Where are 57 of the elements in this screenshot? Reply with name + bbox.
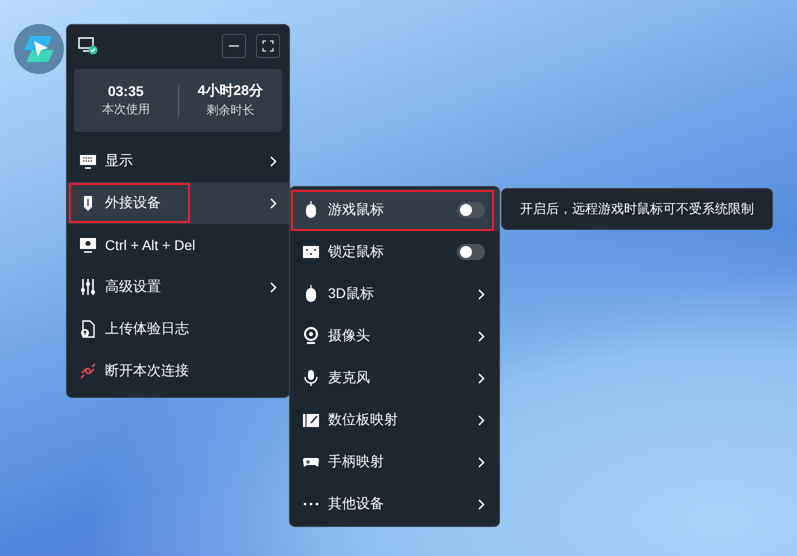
- menu-item[interactable]: 高级设置: [67, 266, 289, 308]
- document-upload-icon: [79, 320, 97, 338]
- menu-item[interactable]: 上传体验日志: [67, 308, 289, 350]
- chevron-right-icon: [270, 282, 277, 292]
- submenu-item[interactable]: 3D鼠标: [290, 273, 499, 315]
- submenu-item[interactable]: 摄像头: [290, 315, 499, 357]
- tablet-pen-icon: [302, 411, 320, 429]
- chevron-right-icon: [478, 498, 485, 510]
- menu-item-label: 上传体验日志: [105, 320, 190, 338]
- chevron-right-icon: [270, 198, 277, 208]
- menu-item-label: 断开本次连接: [105, 362, 190, 380]
- fullscreen-icon: [262, 40, 274, 52]
- chevron-right-icon: [478, 288, 485, 300]
- submenu-item-label: 数位板映射: [328, 411, 399, 429]
- submenu-item-label: 其他设备: [328, 495, 385, 513]
- microphone-icon: [302, 369, 320, 387]
- menu-item-label: 高级设置: [105, 278, 162, 296]
- monitor-icon: [79, 152, 97, 170]
- submenu-item[interactable]: 数位板映射: [290, 399, 499, 441]
- submenu-item-label: 3D鼠标: [328, 285, 375, 303]
- menu-item-label: Ctrl + Alt + Del: [105, 237, 196, 253]
- chevron-right-icon: [478, 456, 485, 468]
- app-logo-icon[interactable]: [14, 24, 64, 74]
- toggle-switch[interactable]: [457, 202, 485, 218]
- chevron-right-icon: [270, 156, 277, 166]
- submenu-item-label: 游戏鼠标: [328, 201, 385, 219]
- monitor-check-icon: [78, 36, 98, 56]
- remaining-time-label: 剩余时长: [206, 102, 254, 119]
- fullscreen-button[interactable]: [256, 34, 280, 58]
- webcam-icon: [302, 327, 320, 345]
- chevron-right-icon: [478, 330, 485, 342]
- submenu-item[interactable]: 游戏鼠标: [290, 189, 499, 231]
- chevron-right-icon: [478, 372, 485, 384]
- used-time-label: 本次使用: [102, 101, 150, 118]
- tooltip: 开启后，远程游戏时鼠标可不受系统限制: [501, 188, 773, 230]
- minimize-button[interactable]: [222, 34, 246, 58]
- used-time: 03:35: [108, 83, 144, 99]
- menu-item[interactable]: 显示: [67, 140, 289, 182]
- menu-item[interactable]: Ctrl + Alt + Del: [67, 224, 289, 266]
- more-icon: [302, 502, 320, 506]
- toggle-switch[interactable]: [457, 244, 485, 260]
- menu-item-label: 显示: [105, 152, 134, 170]
- submenu-item[interactable]: 锁定鼠标: [290, 231, 499, 273]
- chevron-right-icon: [478, 414, 485, 426]
- submenu-item-label: 手柄映射: [328, 453, 385, 471]
- menu-item[interactable]: 断开本次连接: [67, 350, 289, 392]
- submenu-item-label: 麦克风: [328, 369, 371, 387]
- menu-item[interactable]: 外接设备: [67, 182, 289, 224]
- submenu-item-label: 摄像头: [328, 327, 371, 345]
- remaining-time: 4小时28分: [198, 82, 263, 100]
- submenu-item[interactable]: 手柄映射: [290, 441, 499, 483]
- submenu-item[interactable]: 麦克风: [290, 357, 499, 399]
- broken-link-icon: [79, 362, 97, 380]
- submenu-item-label: 锁定鼠标: [328, 243, 385, 261]
- submenu-item[interactable]: 其他设备: [290, 483, 499, 525]
- sliders-icon: [79, 278, 97, 296]
- menu-item-label: 外接设备: [105, 194, 162, 212]
